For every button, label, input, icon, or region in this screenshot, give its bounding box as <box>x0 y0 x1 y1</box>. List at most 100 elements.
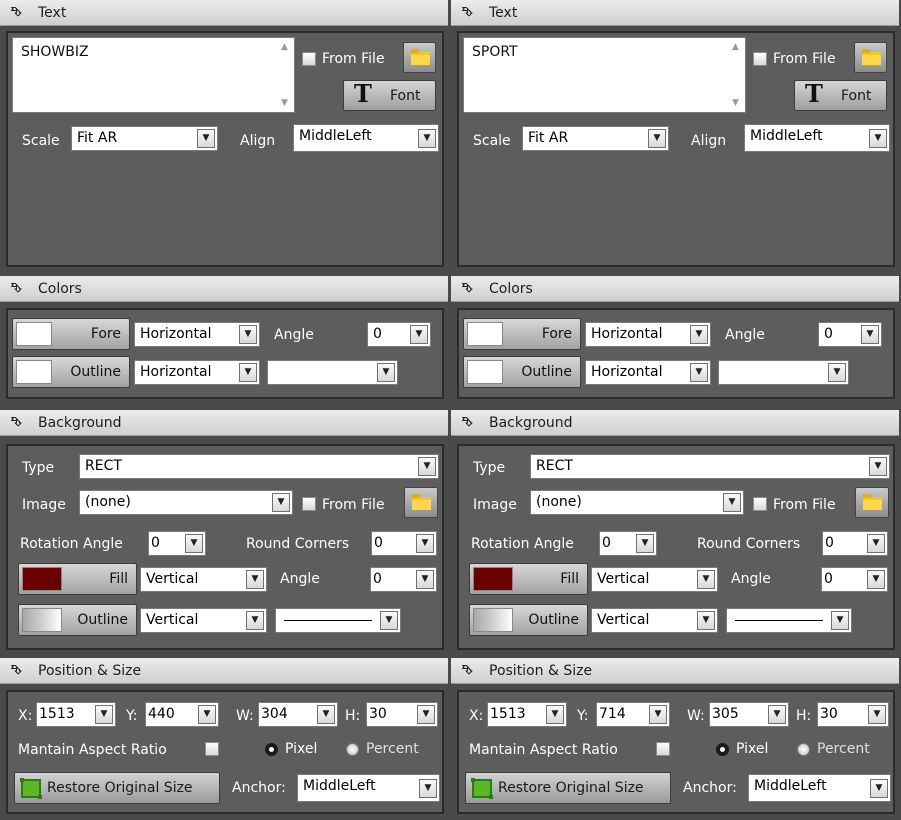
chevron-down-icon[interactable]: ▼ <box>317 705 335 724</box>
chevron-down-icon[interactable]: ▼ <box>861 325 879 344</box>
collapse-chevron-icon[interactable]: ⮷ <box>11 276 21 302</box>
image-select[interactable]: (none) ▼ <box>79 490 293 515</box>
outline-extra-select[interactable]: ▼ <box>718 360 849 385</box>
anchor-select[interactable]: MiddleLeft ▼ <box>297 774 440 802</box>
chevron-down-icon[interactable]: ▼ <box>197 129 215 148</box>
x-select[interactable]: 1513 ▼ <box>487 702 567 727</box>
chevron-down-icon[interactable]: ▼ <box>410 325 428 344</box>
restore-size-button[interactable]: Restore Original Size <box>14 772 220 804</box>
font-button[interactable]: T Font <box>343 79 436 111</box>
chevron-down-icon[interactable]: ▼ <box>246 611 264 630</box>
scale-select[interactable]: Fit AR ▼ <box>71 126 218 151</box>
text-from-file-checkbox[interactable] <box>302 52 316 66</box>
chevron-down-icon[interactable]: ▼ <box>272 493 290 512</box>
chevron-down-icon[interactable]: ▼ <box>380 611 398 630</box>
text-scrollbar[interactable]: ▲ ▼ <box>728 38 745 112</box>
chevron-down-icon[interactable]: ▼ <box>690 325 708 344</box>
y-select[interactable]: 714 ▼ <box>596 702 670 727</box>
font-button[interactable]: T Font <box>794 79 887 111</box>
w-select[interactable]: 304 ▼ <box>258 702 338 727</box>
outline-gradient-select[interactable]: Horizontal ▼ <box>134 360 260 385</box>
collapse-chevron-icon[interactable]: ⮷ <box>11 410 21 436</box>
collapse-chevron-icon[interactable]: ⮷ <box>462 410 472 436</box>
position-section-header[interactable]: ⮷ Position & Size <box>0 658 448 684</box>
chevron-down-icon[interactable]: ▼ <box>636 534 654 553</box>
chevron-down-icon[interactable]: ▼ <box>95 705 113 724</box>
image-select[interactable]: (none) ▼ <box>530 490 744 515</box>
text-section-header[interactable]: ⮷ Text <box>0 0 448 26</box>
scroll-up-icon[interactable]: ▲ <box>281 42 288 52</box>
chevron-down-icon[interactable]: ▼ <box>416 570 434 589</box>
collapse-chevron-icon[interactable]: ⮷ <box>462 658 472 684</box>
chevron-down-icon[interactable]: ▼ <box>416 534 434 553</box>
collapse-chevron-icon[interactable]: ⮷ <box>11 0 21 26</box>
bg-browse-button[interactable] <box>404 487 438 518</box>
chevron-down-icon[interactable]: ▼ <box>546 705 564 724</box>
rotation-angle-select[interactable]: 0 ▼ <box>148 531 206 556</box>
chevron-down-icon[interactable]: ▼ <box>649 705 667 724</box>
type-select[interactable]: RECT ▼ <box>530 454 890 479</box>
colors-section-header[interactable]: ⮷ Colors <box>451 276 899 302</box>
anchor-select[interactable]: MiddleLeft ▼ <box>748 774 891 802</box>
outline-extra-select[interactable]: ▼ <box>267 360 398 385</box>
chevron-down-icon[interactable]: ▼ <box>831 611 849 630</box>
percent-radio[interactable] <box>346 743 359 756</box>
pixel-radio[interactable] <box>716 743 729 756</box>
chevron-down-icon[interactable]: ▼ <box>867 570 885 589</box>
percent-radio[interactable] <box>797 743 810 756</box>
round-corners-select[interactable]: 0 ▼ <box>371 531 437 556</box>
scroll-up-icon[interactable]: ▲ <box>732 42 739 52</box>
chevron-down-icon[interactable]: ▼ <box>867 534 885 553</box>
fore-color-button[interactable]: Fore <box>12 318 130 350</box>
chevron-down-icon[interactable]: ▼ <box>246 570 264 589</box>
chevron-down-icon[interactable]: ▼ <box>239 325 257 344</box>
outline-color-button[interactable]: Outline <box>463 356 581 388</box>
bg-outline-style-select[interactable]: ▼ <box>275 608 401 633</box>
fore-gradient-select[interactable]: Horizontal ▼ <box>134 322 260 347</box>
round-corners-select[interactable]: 0 ▼ <box>822 531 888 556</box>
h-select[interactable]: 30 ▼ <box>366 702 438 727</box>
chevron-down-icon[interactable]: ▼ <box>377 363 395 382</box>
x-select[interactable]: 1513 ▼ <box>36 702 116 727</box>
align-select[interactable]: MiddleLeft ▼ <box>744 124 890 152</box>
fore-angle-select[interactable]: 0 ▼ <box>818 322 882 347</box>
chevron-down-icon[interactable]: ▼ <box>697 570 715 589</box>
bg-from-file-checkbox[interactable] <box>302 497 316 511</box>
w-select[interactable]: 305 ▼ <box>709 702 789 727</box>
chevron-down-icon[interactable]: ▼ <box>869 457 887 476</box>
chevron-down-icon[interactable]: ▼ <box>868 705 886 724</box>
chevron-down-icon[interactable]: ▼ <box>690 363 708 382</box>
fore-gradient-select[interactable]: Horizontal ▼ <box>585 322 711 347</box>
aspect-ratio-checkbox[interactable] <box>656 742 670 756</box>
chevron-down-icon[interactable]: ▼ <box>870 779 888 798</box>
bg-outline-color-button[interactable]: Outline <box>469 604 588 636</box>
chevron-down-icon[interactable]: ▼ <box>768 705 786 724</box>
outline-gradient-select[interactable]: Horizontal ▼ <box>585 360 711 385</box>
text-browse-button[interactable] <box>854 42 887 73</box>
pixel-radio[interactable] <box>265 743 278 756</box>
chevron-down-icon[interactable]: ▼ <box>723 493 741 512</box>
aspect-ratio-checkbox[interactable] <box>205 742 219 756</box>
fill-angle-select[interactable]: 0 ▼ <box>821 567 888 592</box>
fill-color-button[interactable]: Fill <box>18 563 137 595</box>
scroll-down-icon[interactable]: ▼ <box>281 98 288 108</box>
chevron-down-icon[interactable]: ▼ <box>239 363 257 382</box>
y-select[interactable]: 440 ▼ <box>145 702 219 727</box>
bg-outline-style-select[interactable]: ▼ <box>726 608 852 633</box>
bg-outline-gradient-select[interactable]: Vertical ▼ <box>591 608 718 633</box>
outline-color-button[interactable]: Outline <box>12 356 130 388</box>
bg-from-file-checkbox[interactable] <box>753 497 767 511</box>
fore-angle-select[interactable]: 0 ▼ <box>367 322 431 347</box>
chevron-down-icon[interactable]: ▼ <box>697 611 715 630</box>
fill-gradient-select[interactable]: Vertical ▼ <box>140 567 267 592</box>
text-content-input[interactable]: SPORT ▲ ▼ <box>463 37 746 113</box>
chevron-down-icon[interactable]: ▼ <box>419 779 437 798</box>
bg-browse-button[interactable] <box>855 487 889 518</box>
align-select[interactable]: MiddleLeft ▼ <box>293 124 439 152</box>
chevron-down-icon[interactable]: ▼ <box>648 129 666 148</box>
chevron-down-icon[interactable]: ▼ <box>185 534 203 553</box>
bg-outline-gradient-select[interactable]: Vertical ▼ <box>140 608 267 633</box>
collapse-chevron-icon[interactable]: ⮷ <box>462 276 472 302</box>
fore-color-button[interactable]: Fore <box>463 318 581 350</box>
chevron-down-icon[interactable]: ▼ <box>869 129 887 148</box>
